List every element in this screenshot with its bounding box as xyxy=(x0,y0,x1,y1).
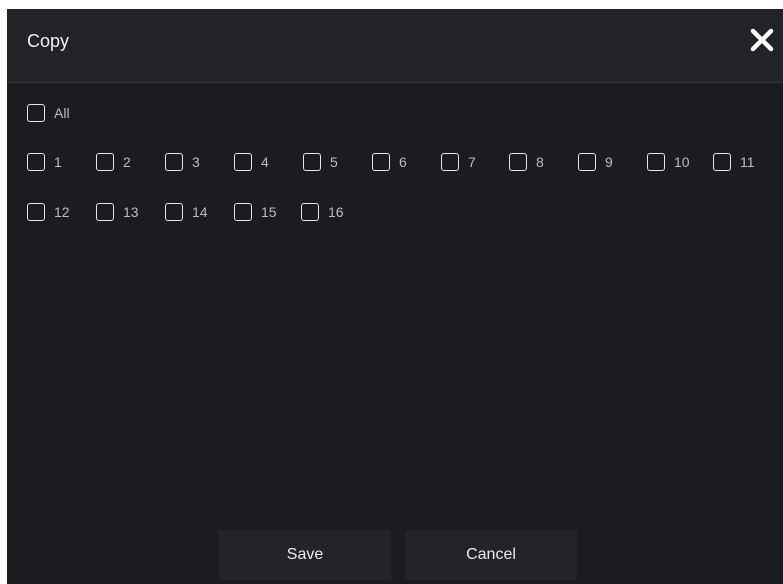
channel-label: 6 xyxy=(399,154,407,170)
checkbox-box[interactable] xyxy=(96,203,114,221)
checkbox-box[interactable] xyxy=(713,153,731,171)
channel-label: 11 xyxy=(740,154,755,170)
checkbox-box[interactable] xyxy=(234,203,252,221)
channel-label: 3 xyxy=(192,154,200,170)
channel-label: 15 xyxy=(261,204,277,220)
checkbox-box[interactable] xyxy=(647,153,665,171)
channel-label: 5 xyxy=(330,154,338,170)
checkbox-box[interactable] xyxy=(301,203,319,221)
checkbox-channel-15[interactable]: 15 xyxy=(234,201,277,223)
checkbox-box[interactable] xyxy=(27,153,45,171)
checkbox-box[interactable] xyxy=(165,153,183,171)
checkbox-channel-1[interactable]: 1 xyxy=(27,151,62,173)
channel-label: 1 xyxy=(54,154,62,170)
copy-dialog: Copy All 1 2 3 4 5 6 7 8 9 10 11 12 13 1… xyxy=(7,9,783,584)
checkbox-channel-12[interactable]: 12 xyxy=(27,201,70,223)
channel-label: 9 xyxy=(605,154,613,170)
channel-label: 10 xyxy=(674,154,690,170)
checkbox-box[interactable] xyxy=(578,153,596,171)
checkbox-channel-16[interactable]: 16 xyxy=(301,201,344,223)
save-button[interactable]: Save xyxy=(219,530,391,580)
checkbox-box[interactable] xyxy=(303,153,321,171)
channel-label: 13 xyxy=(123,204,139,220)
channel-label: 2 xyxy=(123,154,131,170)
checkbox-channel-10[interactable]: 10 xyxy=(647,151,690,173)
checkbox-box[interactable] xyxy=(234,153,252,171)
checkbox-channel-7[interactable]: 7 xyxy=(441,151,476,173)
channel-label: 8 xyxy=(536,154,544,170)
channel-label: 7 xyxy=(468,154,476,170)
checkbox-box[interactable] xyxy=(27,203,45,221)
checkbox-channel-2[interactable]: 2 xyxy=(96,151,131,173)
checkbox-channel-6[interactable]: 6 xyxy=(372,151,407,173)
checkbox-box[interactable] xyxy=(96,153,114,171)
checkbox-box[interactable] xyxy=(509,153,527,171)
dialog-titlebar: Copy xyxy=(7,9,783,83)
dialog-title: Copy xyxy=(27,31,70,51)
checkbox-box[interactable] xyxy=(441,153,459,171)
checkbox-channel-8[interactable]: 8 xyxy=(509,151,544,173)
checkbox-channel-13[interactable]: 13 xyxy=(96,201,139,223)
checkbox-all[interactable]: All xyxy=(27,102,70,124)
checkbox-box[interactable] xyxy=(372,153,390,171)
checkbox-all-label: All xyxy=(54,105,70,121)
channel-label: 12 xyxy=(54,204,70,220)
channel-label: 14 xyxy=(192,204,208,220)
checkbox-channel-11[interactable]: 11 xyxy=(713,151,755,173)
checkbox-channel-3[interactable]: 3 xyxy=(165,151,200,173)
cancel-button[interactable]: Cancel xyxy=(405,530,577,580)
checkbox-channel-4[interactable]: 4 xyxy=(234,151,269,173)
checkbox-channel-9[interactable]: 9 xyxy=(578,151,613,173)
checkbox-box[interactable] xyxy=(27,104,45,122)
checkbox-box[interactable] xyxy=(165,203,183,221)
channel-label: 16 xyxy=(328,204,344,220)
close-icon[interactable] xyxy=(749,27,775,53)
checkbox-channel-14[interactable]: 14 xyxy=(165,201,208,223)
checkbox-channel-5[interactable]: 5 xyxy=(303,151,338,173)
channel-label: 4 xyxy=(261,154,269,170)
